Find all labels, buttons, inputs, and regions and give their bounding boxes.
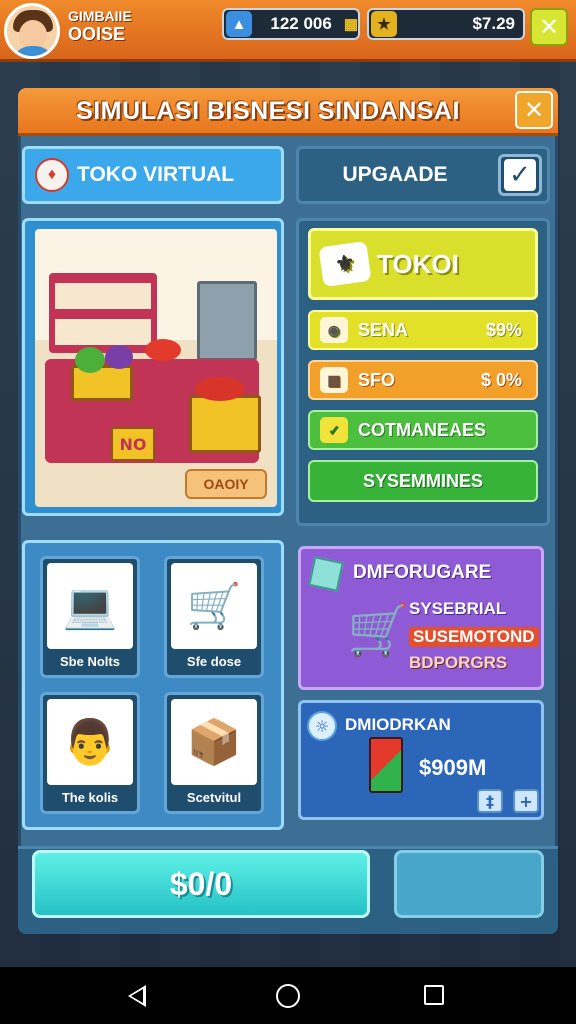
shelf-row [55, 319, 151, 345]
system-nav-bar [0, 967, 576, 1024]
checkmark-icon: ✓ [504, 159, 536, 191]
upgrade-line-1: SYSEBRIAL [409, 599, 507, 618]
menu-systems-label: SYSEMMINES [362, 470, 484, 491]
store-icon: ♦ [35, 158, 69, 192]
upgrade-line-3: BDPORGRS [409, 653, 508, 672]
player-name-line1: GIMBAIIE [68, 8, 132, 24]
shop-shelf [49, 273, 157, 353]
menu-toko-button[interactable]: ⚜ TOKOI [308, 228, 538, 300]
check-icon: ✓ [320, 417, 348, 443]
menu-containers-button[interactable]: ✓ COTMANEAES [308, 410, 538, 450]
home-icon[interactable] [276, 984, 300, 1008]
top-bar: GIMBAIIE OOISE ▲ 122 006 ▦ ★ $7.29 ✕ [0, 0, 576, 62]
vegetable [105, 345, 133, 369]
box-icon: 📦 [171, 699, 257, 785]
card-cart[interactable]: 🛒 Sfe dose [164, 556, 264, 678]
avatar[interactable] [4, 3, 60, 59]
tab-upgrade-label: UPGAADE [342, 163, 448, 186]
buy-button[interactable]: $0/0 [32, 850, 370, 918]
menu-containers-label: COTMANEAES [358, 419, 487, 440]
gem-icon: ▦ [343, 16, 358, 33]
cube-icon [308, 556, 344, 592]
vegetable [145, 339, 181, 361]
money-card-title: DMIODRKAN [345, 715, 451, 734]
quantity-button[interactable]: OAOIY [185, 469, 267, 499]
upgrade-checkbox[interactable]: ✓ [498, 154, 542, 196]
window-title: SIMULASI BISNESI SINDANSAI [76, 97, 460, 125]
money-card-amount: $909M [419, 755, 487, 780]
globe-icon: ☼ [307, 711, 337, 741]
vegetable [75, 347, 105, 373]
card-computer[interactable]: 💻 Sbe Nolts [40, 556, 140, 678]
tab-toko-virtual[interactable]: ♦ TOKO VIRTUAL [22, 146, 284, 204]
money-value: $7.29 [472, 14, 515, 33]
decrease-button[interactable]: ‡ [477, 789, 503, 813]
secondary-button[interactable] [394, 850, 544, 918]
vegetable [195, 377, 245, 401]
computer-icon: 💻 [47, 563, 133, 649]
avatar-shirt [11, 46, 55, 56]
player-name: GIMBAIIE OOISE [68, 8, 132, 45]
coins-value: 122 006 [270, 14, 332, 33]
card-caption: Sbe Nolts [60, 654, 120, 669]
card-box[interactable]: 📦 Scetvitul [164, 692, 264, 814]
ledger-icon [369, 737, 403, 793]
produce-crate [189, 395, 261, 453]
shop-sign: NO [111, 427, 155, 461]
upgrade-card-title: DMFORUGARE [353, 562, 492, 583]
coins-counter[interactable]: ▲ 122 006 ▦ [222, 8, 360, 40]
increase-button[interactable]: + [513, 789, 539, 813]
shop-fridge [197, 281, 257, 361]
money-card[interactable]: ☼ DMIODRKAN $909M ‡ + [298, 700, 544, 820]
menu-sena-label: SENA [358, 319, 409, 340]
coin-icon: ▲ [226, 11, 252, 37]
card-caption: Sfe dose [186, 654, 242, 669]
menu-sfo-button[interactable]: ▤ SFO $ 0% [308, 360, 538, 400]
menu-sena-value: $9% [485, 319, 522, 340]
can-icon: ▤ [320, 367, 348, 393]
card-worker[interactable]: 👨 The kolis [40, 692, 140, 814]
money-icon: ★ [371, 11, 397, 37]
menu-sena-button[interactable]: ◉ SENA $9% [308, 310, 538, 350]
recent-apps-icon[interactable] [424, 985, 444, 1005]
tab-toko-virtual-label: TOKO VIRTUAL [77, 163, 235, 186]
menu-sfo-label: SFO [358, 369, 396, 390]
tag-icon: ⚜ [318, 240, 372, 288]
close-icon[interactable]: ✕ [530, 8, 568, 46]
upgrade-line-2: SUSEMOTOND [409, 627, 539, 647]
back-icon[interactable] [128, 985, 146, 1007]
shelf-row [55, 283, 151, 309]
money-counter[interactable]: ★ $7.29 [367, 8, 525, 40]
upgrade-card[interactable]: DMFORUGARE 🛒 SYSEBRIAL SUSEMOTOND BDPORG… [298, 546, 544, 690]
cart-icon: 🛒 [171, 563, 257, 649]
menu-systems-button[interactable]: SYSEMMINES [308, 460, 538, 502]
shop-preview[interactable]: NO OAOIY [22, 218, 284, 516]
menu-toko-label: TOKOI [377, 248, 459, 279]
panel-close-icon[interactable]: ✕ [515, 91, 553, 129]
menu-sfo-value: $ 0% [480, 369, 522, 390]
jar-icon: ◉ [320, 317, 348, 343]
cart-icon: 🛒 [347, 601, 410, 659]
worker-icon: 👨 [47, 699, 133, 785]
card-caption: The kolis [61, 790, 119, 805]
title-bar: SIMULASI BISNESI SINDANSAI [18, 88, 558, 136]
card-caption: Scetvitul [186, 790, 242, 805]
shop-illustration: NO OAOIY [35, 229, 277, 507]
player-name-line2: OOISE [68, 24, 126, 45]
